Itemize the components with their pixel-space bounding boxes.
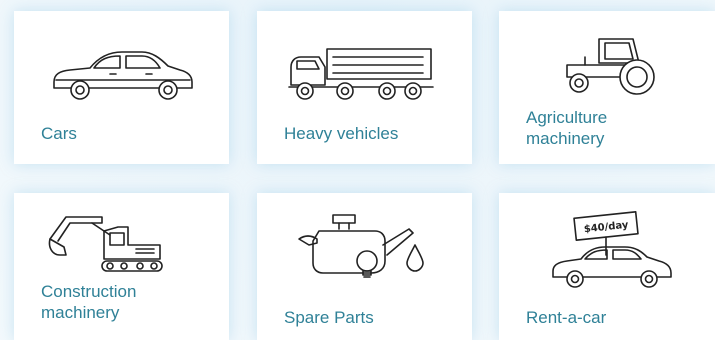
oil-can-icon	[298, 214, 424, 278]
category-label: Cars	[41, 124, 77, 143]
category-label: Spare Parts	[284, 308, 374, 327]
category-tile-construction-machinery[interactable]: Construction machinery	[14, 193, 229, 340]
category-label: Rent-a-car	[526, 308, 607, 327]
category-tile-agriculture-machinery[interactable]: Agriculture machinery	[499, 11, 715, 164]
category-tile-rent-a-car[interactable]: $40/day Rent-a-car	[499, 193, 715, 340]
category-label: Construction machinery	[41, 282, 137, 322]
category-label: Heavy vehicles	[284, 124, 399, 143]
category-tile-spare-parts[interactable]: Spare Parts	[257, 193, 472, 340]
rental-car-sign-icon: $40/day	[552, 211, 672, 288]
category-tile-heavy-vehicles[interactable]: Heavy vehicles	[257, 11, 472, 164]
truck-icon	[288, 48, 434, 100]
tractor-icon	[566, 38, 655, 95]
category-label: Agriculture machinery	[526, 108, 608, 148]
excavator-icon	[48, 216, 163, 272]
category-tile-cars[interactable]: Cars	[14, 11, 229, 164]
car-icon	[53, 51, 193, 100]
